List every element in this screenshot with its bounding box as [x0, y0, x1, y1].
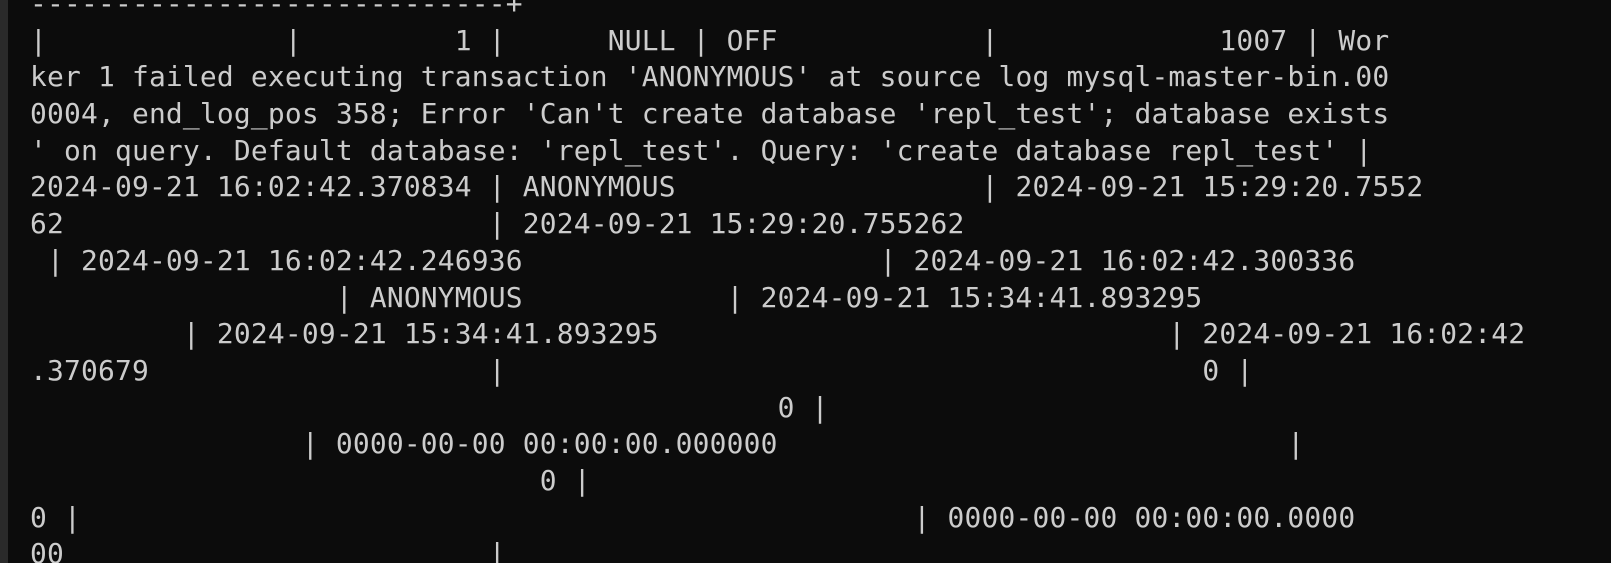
scroll-thumb[interactable]: [0, 0, 8, 563]
terminal-line: | ANONYMOUS | 2024-09-21 15:34:41.893295: [30, 280, 1203, 314]
terminal-line: | 2024-09-21 15:34:41.893295 | 2024-09-2…: [30, 317, 1526, 351]
terminal-line: | 0000-00-00 00:00:00.000000 |: [30, 427, 1305, 461]
terminal-line: ker 1 failed executing transaction 'ANON…: [30, 60, 1390, 94]
terminal-line: 62 | 2024-09-21 15:29:20.755262: [30, 207, 965, 241]
terminal-line: 0 | | 0000-00-00 00:00:00.0000: [30, 500, 1356, 534]
terminal-line: 0004, end_log_pos 358; Error 'Can't crea…: [30, 97, 1390, 131]
terminal-line: 00 |: [30, 537, 506, 563]
terminal-line: 0 |: [30, 463, 591, 497]
terminal-line: .370679 | 0 |: [30, 353, 1254, 387]
terminal-line: ' on query. Default database: 'repl_test…: [30, 133, 1373, 167]
terminal-line: | | 1 | NULL | OFF | 1007 | Wor: [30, 23, 1390, 57]
terminal-line: 0 |: [30, 390, 829, 424]
terminal-window[interactable]: ----------------------------+ | | 1 | NUL…: [0, 0, 1611, 563]
scrollbar[interactable]: [0, 0, 8, 563]
terminal-line: 2024-09-21 16:02:42.370834 | ANONYMOUS |…: [30, 170, 1424, 204]
terminal-line: ----------------------------+: [30, 0, 523, 20]
terminal-line: | 2024-09-21 16:02:42.246936 | 2024-09-2…: [30, 243, 1356, 277]
terminal-output: ----------------------------+ | | 1 | NUL…: [30, 0, 1525, 563]
